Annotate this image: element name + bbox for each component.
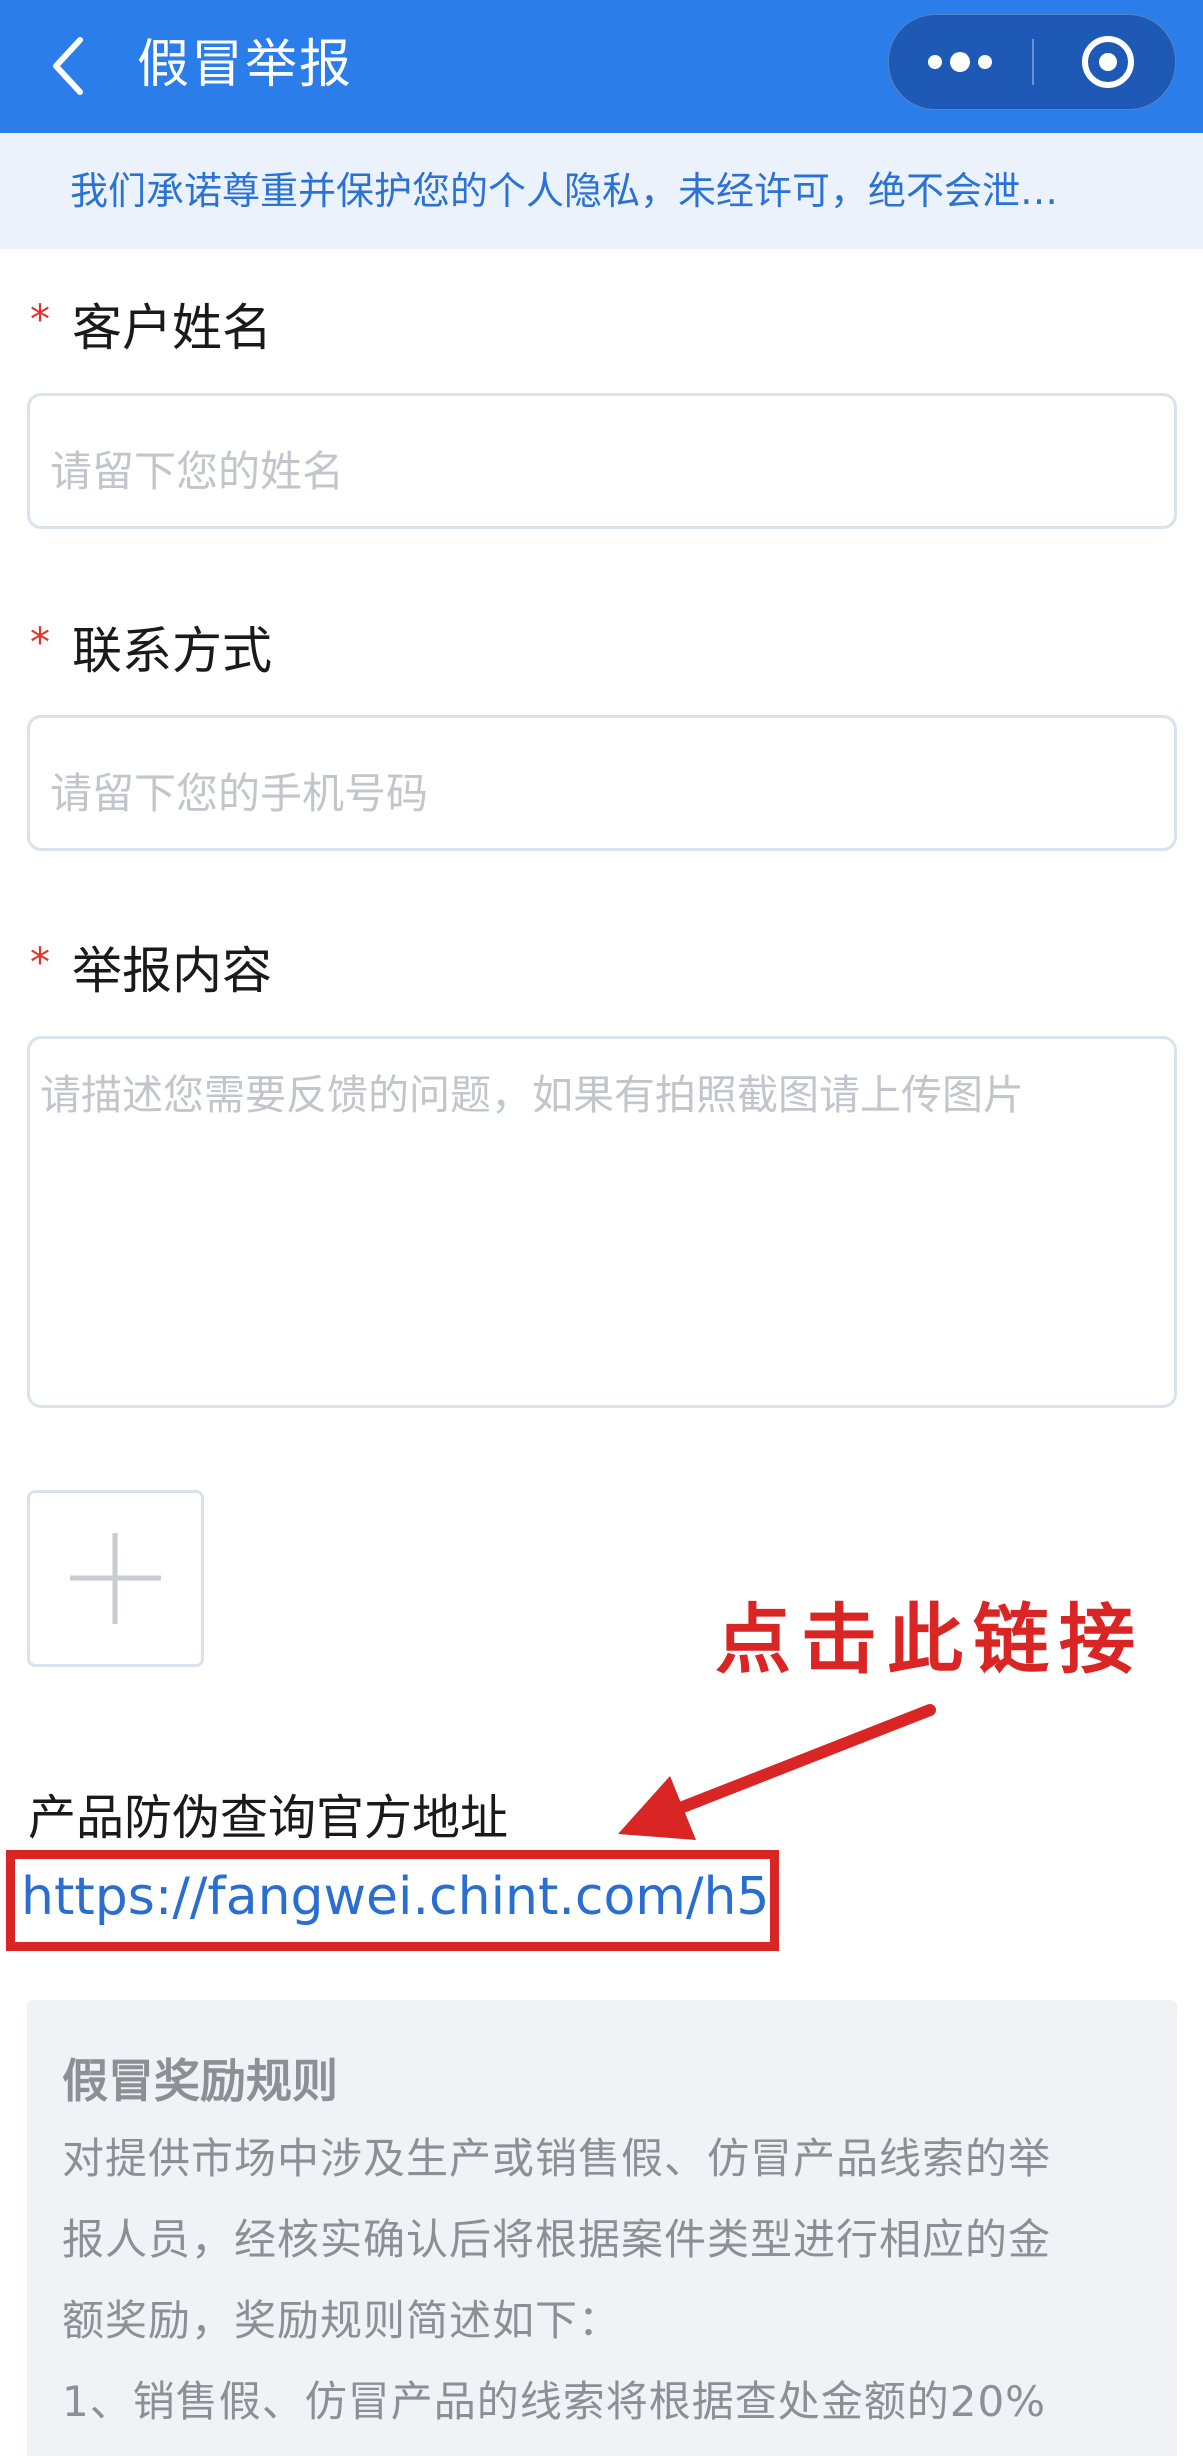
contact-input[interactable]: 请留下您的手机号码: [27, 715, 1177, 851]
content-label-text: 举报内容: [72, 942, 272, 1000]
required-mark: *: [30, 940, 50, 986]
required-mark: *: [30, 297, 50, 343]
contact-input-placeholder: 请留下您的手机号码: [50, 769, 429, 818]
reward-rules-line: 对提供市场中涉及生产或销售假、仿冒产品线索的举: [62, 2134, 1052, 2183]
more-dots-icon: [928, 52, 992, 72]
menu-capsule: [888, 14, 1176, 110]
name-label-text: 客户姓名: [72, 299, 272, 357]
plus-icon: [70, 1533, 161, 1624]
official-address-label: 产品防伪查询官方地址: [28, 1790, 509, 1846]
name-field-label: * 客户姓名: [30, 285, 272, 363]
privacy-notice-text: 我们承诺尊重并保护您的个人隐私，未经许可，绝不会泄…: [70, 169, 1059, 213]
more-button[interactable]: [889, 15, 1032, 109]
nav-header: 假冒举报: [0, 0, 1203, 133]
close-miniprogram-button[interactable]: [1034, 15, 1175, 109]
reward-rules-title: 假冒奖励规则: [62, 2054, 338, 2108]
contact-label-text: 联系方式: [72, 622, 272, 680]
target-circle-icon: [1082, 36, 1134, 88]
reward-rules-line: 报人员，经核实确认后将根据案件类型进行相应的金: [62, 2215, 1052, 2264]
content-textarea[interactable]: 请描述您需要反馈的问题，如果有拍照截图请上传图片: [27, 1036, 1177, 1408]
image-upload-button[interactable]: [27, 1490, 204, 1667]
required-mark: *: [30, 620, 50, 666]
content-field-label: * 举报内容: [30, 928, 272, 1006]
annotation-arrow-icon: [618, 1704, 936, 1840]
annotation-click-link: 点击此链接: [715, 1595, 1145, 1684]
reward-rules-card: 假冒奖励规则 对提供市场中涉及生产或销售假、仿冒产品线索的举 报人员，经核实确认…: [27, 2000, 1177, 2456]
name-input[interactable]: 请留下您的姓名: [27, 393, 1177, 529]
reward-rules-line: 1、销售假、仿冒产品的线索将根据查处金额的20%: [62, 2377, 1047, 2426]
official-url-link[interactable]: https://fangwei.chint.com/h5: [21, 1858, 770, 1936]
content-textarea-placeholder: 请描述您需要反馈的问题，如果有拍照截图请上传图片: [40, 1071, 1024, 1119]
name-input-placeholder: 请留下您的姓名: [50, 447, 345, 496]
chevron-left-icon[interactable]: [48, 34, 88, 98]
page-title: 假冒举报: [137, 35, 354, 95]
reward-rules-line: 额奖励，奖励规则简述如下：: [62, 2296, 622, 2345]
privacy-notice-bar[interactable]: 我们承诺尊重并保护您的个人隐私，未经许可，绝不会泄…: [0, 133, 1203, 249]
contact-field-label: * 联系方式: [30, 608, 272, 686]
